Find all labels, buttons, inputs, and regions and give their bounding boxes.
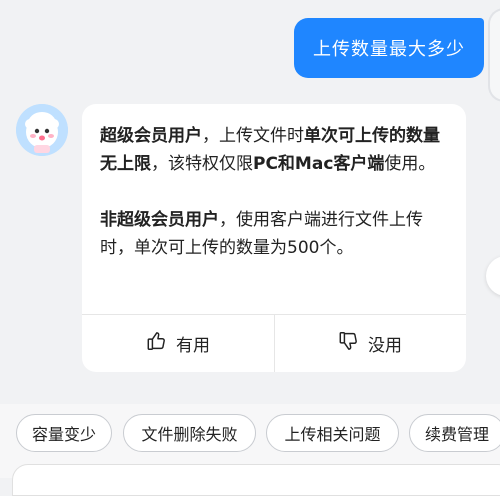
- message-input[interactable]: [12, 464, 500, 496]
- bold-text: PC和Mac客户端: [253, 154, 385, 174]
- suggestion-chip[interactable]: 文件删除失败: [123, 414, 256, 452]
- side-handle[interactable]: [486, 256, 500, 296]
- suggestion-label: 续费管理: [424, 425, 489, 444]
- assistant-avatar-icon: [16, 104, 68, 156]
- text: ，上传文件时: [202, 126, 304, 146]
- suggestion-label: 容量变少: [31, 425, 96, 444]
- thumbs-down-icon: [338, 330, 360, 357]
- suggestion-chip[interactable]: 续费管理: [409, 414, 500, 452]
- user-message-bubble: 上传数量最大多少: [294, 18, 484, 78]
- useless-label: 没用: [368, 336, 402, 356]
- bold-text: 非超级会员用户: [100, 210, 219, 230]
- assistant-message-card: 超级会员用户，上传文件时单次可上传的数量无上限，该特权仅限PC和Mac客户端使用…: [82, 104, 466, 372]
- thumbs-up-icon: [146, 330, 168, 357]
- suggestion-chip[interactable]: 容量变少: [16, 414, 112, 452]
- useful-label: 有用: [176, 336, 210, 356]
- side-panel-edge: [488, 8, 500, 102]
- suggestion-label: 上传相关问题: [284, 425, 381, 444]
- suggestion-label: 文件删除失败: [141, 425, 238, 444]
- suggestion-chip[interactable]: 上传相关问题: [266, 414, 399, 452]
- useless-button[interactable]: 没用: [274, 315, 466, 372]
- user-message-text: 上传数量最大多少: [313, 39, 465, 60]
- assistant-message-text: 超级会员用户，上传文件时单次可上传的数量无上限，该特权仅限PC和Mac客户端使用…: [100, 122, 452, 262]
- bold-text: 超级会员用户: [100, 126, 202, 146]
- text: ，该特权仅限: [151, 154, 253, 174]
- text: 使用。: [384, 154, 436, 174]
- useful-button[interactable]: 有用: [82, 315, 274, 372]
